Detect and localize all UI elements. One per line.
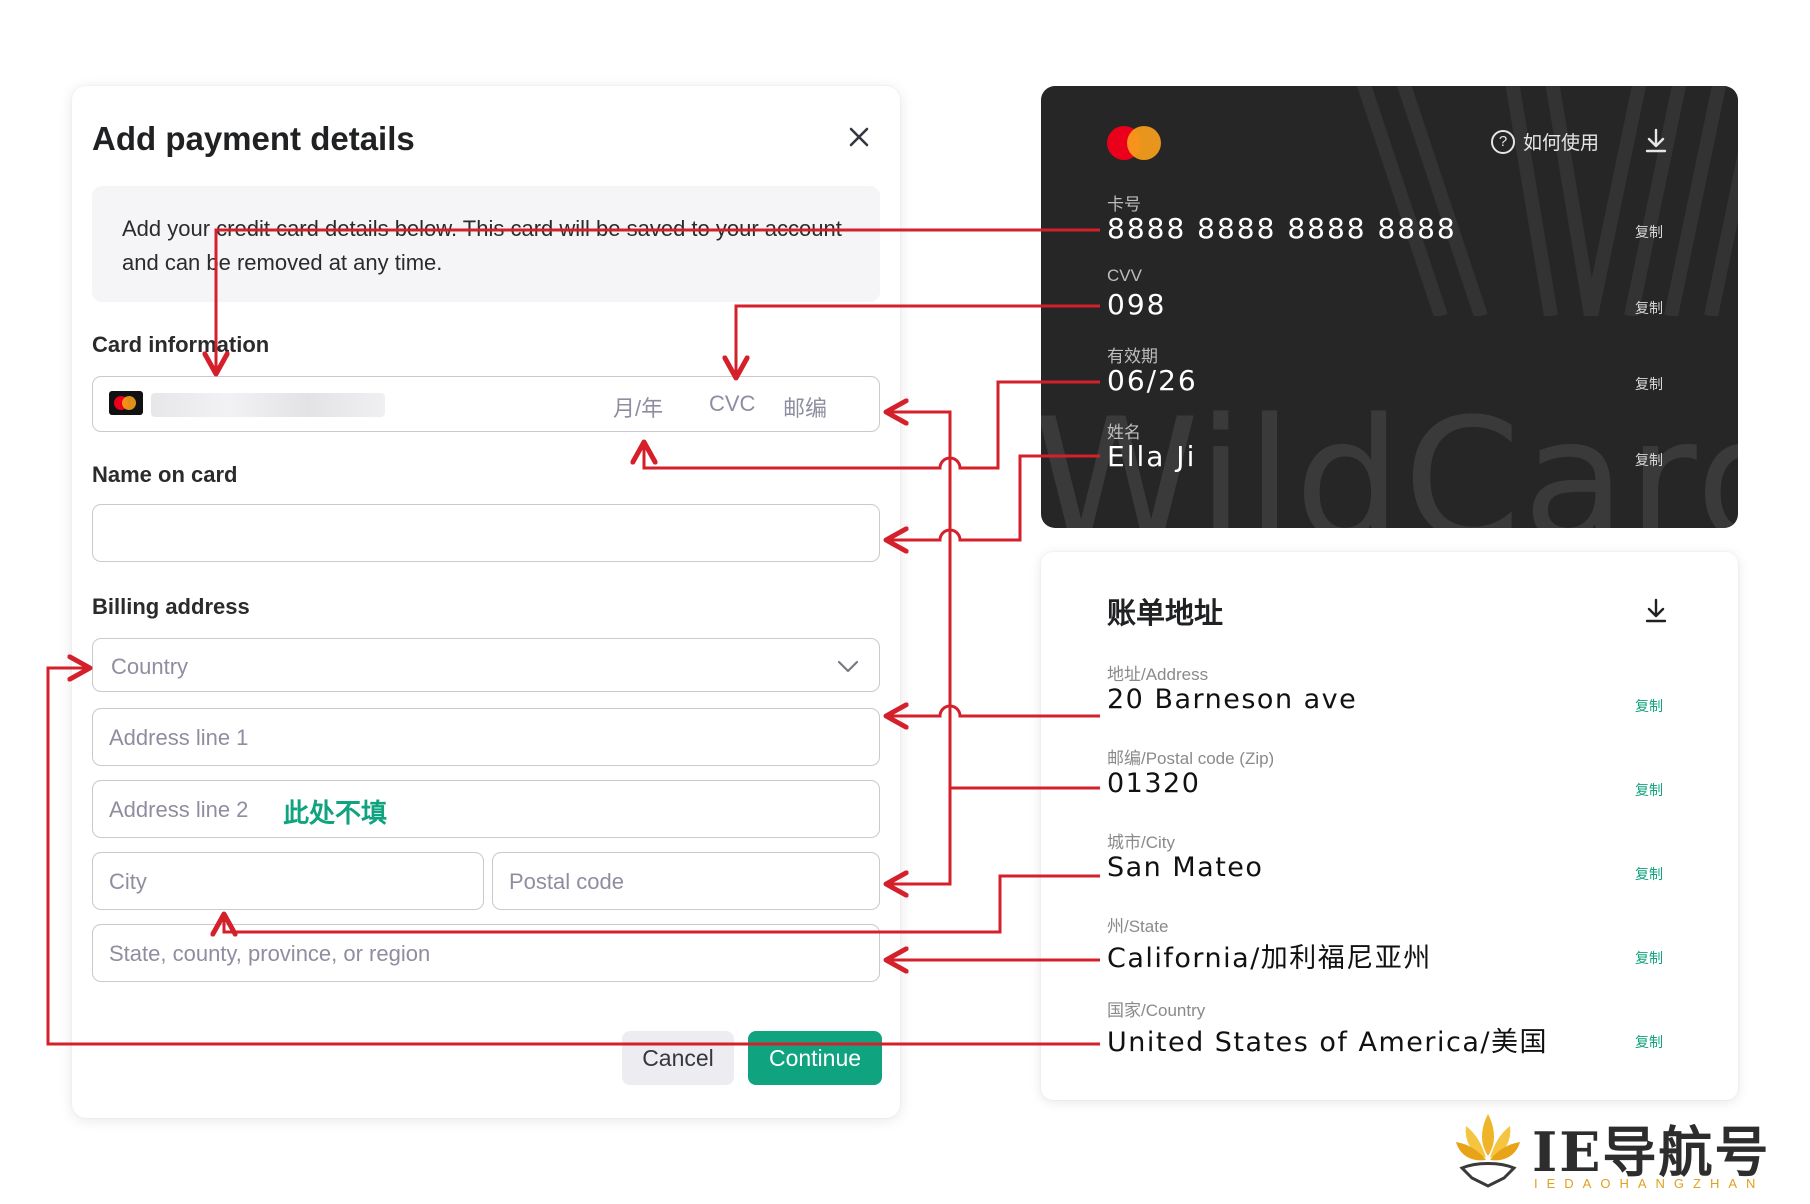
billing-address-title: 账单地址 <box>1107 598 1224 630</box>
download-icon[interactable] <box>1641 596 1671 626</box>
how-to-use-link[interactable]: ? 如何使用 <box>1491 128 1599 155</box>
cvc-input[interactable]: CVC <box>709 391 755 417</box>
address-value: 20 Barneson ave <box>1107 684 1358 715</box>
expiry-input[interactable]: 月/年 <box>613 391 663 423</box>
copy-city-button[interactable]: 复制 <box>1635 864 1663 884</box>
state-placeholder: State, county, province, or region <box>109 941 431 966</box>
modal-title: Add payment details <box>92 120 415 157</box>
postal-code-placeholder: Postal code <box>509 869 624 894</box>
card-number-input[interactable]: 月/年 CVC 邮编 <box>92 376 880 432</box>
continue-button[interactable]: Continue <box>748 1031 882 1085</box>
copy-address-button[interactable]: 复制 <box>1635 696 1663 716</box>
chevron-down-icon <box>837 660 859 673</box>
name-on-card-input[interactable] <box>92 504 880 562</box>
help-icon: ? <box>1491 129 1515 154</box>
state-input[interactable]: State, county, province, or region <box>92 924 880 982</box>
address-line1-placeholder: Address line 1 <box>109 725 249 750</box>
card-information-label: Card information <box>92 332 270 357</box>
city-value: San Mateo <box>1107 852 1264 883</box>
postal-label: 邮编/Postal code (Zip) <box>1107 749 1275 768</box>
city-label: 城市/City <box>1107 833 1175 852</box>
expiry-value: 06/26 <box>1107 364 1198 397</box>
card-number-masked <box>151 393 385 417</box>
download-icon[interactable] <box>1641 126 1671 156</box>
payment-modal: Add payment details Add your credit card… <box>72 86 900 1118</box>
address-label: 地址/Address <box>1107 665 1209 684</box>
city-input[interactable]: City <box>92 852 484 910</box>
billing-address-panel: 账单地址 地址/Address 20 Barneson ave 复制 邮编/Po… <box>1041 552 1738 1100</box>
country-placeholder: Country <box>111 654 189 679</box>
brand-watermark: IE导航号 IEDAOHANGZHAN <box>1452 1106 1804 1198</box>
copy-cvv-button[interactable]: 复制 <box>1635 298 1663 318</box>
brand-subtitle: IEDAOHANGZHAN <box>1534 1176 1765 1191</box>
copy-expiry-button[interactable]: 复制 <box>1635 374 1663 394</box>
close-icon[interactable] <box>842 120 876 154</box>
name-value: Ella Ji <box>1107 440 1197 473</box>
address-line2-placeholder: Address line 2 <box>109 797 249 822</box>
copy-country-button[interactable]: 复制 <box>1635 1032 1663 1052</box>
country-select[interactable]: Country <box>92 638 880 692</box>
copy-state-button[interactable]: 复制 <box>1635 948 1663 968</box>
address-line2-note: 此处不填 <box>283 798 388 828</box>
mastercard-logo <box>1107 126 1161 160</box>
copy-name-button[interactable]: 复制 <box>1635 450 1663 470</box>
postal-value: 01320 <box>1107 768 1201 799</box>
virtual-card-panel: WildCard ? 如何使用 卡号 8888 8888 8888 8888 复… <box>1041 86 1738 528</box>
postal-code-input[interactable]: Postal code <box>492 852 880 910</box>
state-value: California/加利福尼亚州 <box>1107 943 1432 974</box>
card-stripe-pattern <box>1356 86 1738 316</box>
state-label: 州/State <box>1107 917 1169 936</box>
name-on-card-label: Name on card <box>92 462 238 487</box>
cvv-value: 098 <box>1107 288 1167 321</box>
address-line1-input[interactable]: Address line 1 <box>92 708 880 766</box>
mastercard-icon <box>109 391 143 415</box>
zip-input[interactable]: 邮编 <box>783 391 827 423</box>
cvv-label: CVV <box>1107 266 1142 285</box>
address-line2-input[interactable]: Address line 2 此处不填 <box>92 780 880 838</box>
how-to-use-label: 如何使用 <box>1523 133 1600 154</box>
lotus-logo-icon <box>1456 1114 1520 1188</box>
billing-address-label: Billing address <box>92 594 250 619</box>
copy-card-number-button[interactable]: 复制 <box>1635 222 1663 242</box>
country-label: 国家/Country <box>1107 1001 1206 1020</box>
cancel-button[interactable]: Cancel <box>622 1031 734 1085</box>
city-placeholder: City <box>109 869 147 894</box>
info-message: Add your credit card details below. This… <box>92 186 880 302</box>
card-number-value: 8888 8888 8888 8888 <box>1107 212 1457 245</box>
copy-postal-button[interactable]: 复制 <box>1635 780 1663 800</box>
country-value: United States of America/美国 <box>1107 1027 1548 1058</box>
